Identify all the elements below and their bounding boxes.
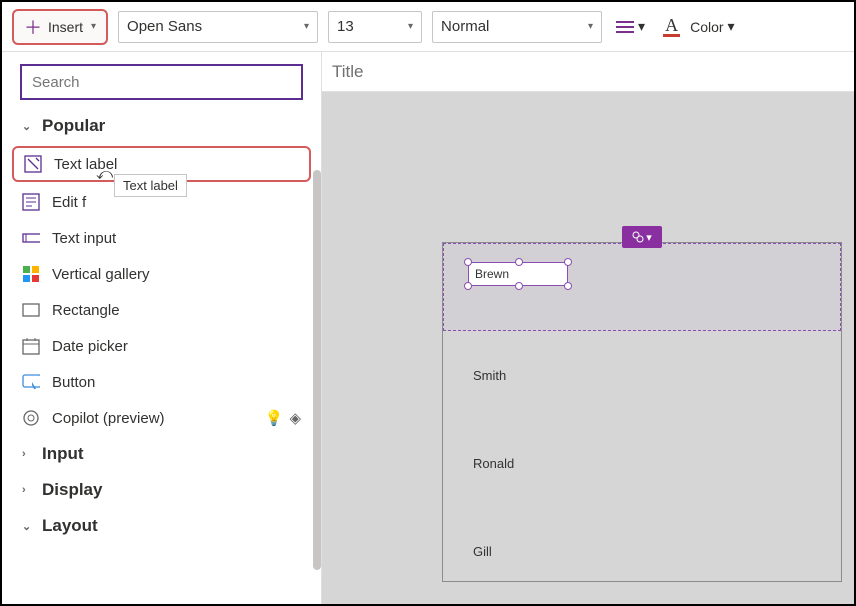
- chevron-down-icon: ▾: [638, 18, 645, 35]
- tooltip: Text label: [114, 174, 187, 197]
- gallery-row[interactable]: Smith: [443, 331, 841, 419]
- color-label: Color: [690, 19, 723, 35]
- row-label: Gill: [473, 544, 492, 559]
- item-label: Text label: [54, 156, 117, 173]
- text-label-icon: [24, 155, 42, 173]
- item-label: Copilot (preview): [52, 410, 165, 427]
- chevron-down-icon: ▾: [408, 21, 413, 32]
- item-text-label[interactable]: Text label ⤺ Text label: [12, 146, 311, 182]
- form-icon: [22, 193, 40, 211]
- item-vertical-gallery[interactable]: Vertical gallery: [2, 256, 321, 292]
- selected-text-label[interactable]: Brewn: [468, 262, 568, 286]
- gallery-row[interactable]: ▾ Brewn: [443, 243, 841, 331]
- color-dropdown[interactable]: A Color ▾: [659, 12, 739, 41]
- group-input[interactable]: › Input: [2, 436, 321, 472]
- body-area: ⌄ Popular Text label ⤺ Text label Edit f: [2, 52, 854, 604]
- group-layout[interactable]: ⌄ Layout: [2, 508, 321, 544]
- group-label: Input: [42, 444, 84, 464]
- row-label: Ronald: [473, 456, 514, 471]
- group-display[interactable]: › Display: [2, 472, 321, 508]
- rectangle-icon: [22, 301, 40, 319]
- chevron-right-icon: ›: [22, 448, 34, 460]
- gallery-row[interactable]: Ronald: [443, 419, 841, 507]
- item-text-input[interactable]: Text input: [2, 220, 321, 256]
- item-rectangle[interactable]: Rectangle: [2, 292, 321, 328]
- bulb-icon: 💡: [265, 409, 284, 427]
- chevron-down-icon: ▾: [304, 21, 309, 32]
- canvas[interactable]: Title ▾ Brewn Smith: [322, 52, 854, 604]
- item-label: Rectangle: [52, 302, 120, 319]
- chevron-down-icon: ▾: [728, 18, 735, 35]
- screen-title[interactable]: Title: [322, 52, 854, 92]
- font-size-value: 13: [337, 18, 354, 35]
- font-size-dropdown[interactable]: 13 ▾: [328, 11, 422, 43]
- align-dropdown[interactable]: ▾: [612, 14, 649, 39]
- group-popular[interactable]: ⌄ Popular: [2, 108, 321, 144]
- diamond-icon: ◈: [289, 409, 301, 427]
- align-icon: [616, 21, 634, 33]
- chevron-down-icon: ▾: [646, 231, 652, 244]
- item-label: Edit f: [52, 194, 86, 211]
- vertical-gallery-control[interactable]: ▾ Brewn Smith Ronald Gill: [442, 242, 842, 582]
- font-value: Open Sans: [127, 18, 202, 35]
- chevron-down-icon: ⌄: [22, 120, 34, 133]
- item-label: Date picker: [52, 338, 128, 355]
- text-color-icon: A: [663, 16, 680, 37]
- item-label: Button: [52, 374, 95, 391]
- insert-label: Insert: [48, 19, 83, 35]
- group-label: Popular: [42, 116, 105, 136]
- chevron-down-icon: ⌄: [22, 520, 34, 533]
- chevron-down-icon: ▾: [588, 21, 593, 32]
- label-value: Brewn: [475, 267, 509, 281]
- item-badges: 💡 ◈: [265, 409, 301, 427]
- insert-button[interactable]: ＋ Insert ▾: [12, 9, 108, 45]
- panel-list: ⌄ Popular Text label ⤺ Text label Edit f: [2, 108, 321, 604]
- row-label: Smith: [473, 368, 506, 383]
- group-label: Display: [42, 480, 102, 500]
- title-text: Title: [332, 62, 364, 82]
- group-label: Layout: [42, 516, 98, 536]
- link-icon: [632, 231, 644, 243]
- panel-scrollbar[interactable]: [313, 170, 321, 570]
- item-label: Text input: [52, 230, 116, 247]
- gallery-row[interactable]: Gill: [443, 507, 841, 595]
- toolbar: ＋ Insert ▾ Open Sans ▾ 13 ▾ Normal ▾ ▾ A…: [2, 2, 854, 52]
- item-copilot[interactable]: Copilot (preview) 💡 ◈: [2, 400, 321, 436]
- selection-pill[interactable]: ▾: [622, 226, 662, 248]
- chevron-down-icon: ▾: [91, 21, 96, 32]
- gallery-icon: [22, 265, 40, 283]
- font-dropdown[interactable]: Open Sans ▾: [118, 11, 318, 43]
- search-input[interactable]: [20, 64, 303, 100]
- item-date-picker[interactable]: Date picker: [2, 328, 321, 364]
- item-label: Vertical gallery: [52, 266, 150, 283]
- font-weight-dropdown[interactable]: Normal ▾: [432, 11, 602, 43]
- insert-panel: ⌄ Popular Text label ⤺ Text label Edit f: [2, 52, 322, 604]
- plus-icon: ＋: [24, 14, 42, 40]
- button-icon: [22, 373, 40, 391]
- item-button[interactable]: Button: [2, 364, 321, 400]
- chevron-right-icon: ›: [22, 484, 34, 496]
- copilot-icon: [22, 409, 40, 427]
- calendar-icon: [22, 337, 40, 355]
- text-input-icon: [22, 229, 40, 247]
- font-weight-value: Normal: [441, 18, 489, 35]
